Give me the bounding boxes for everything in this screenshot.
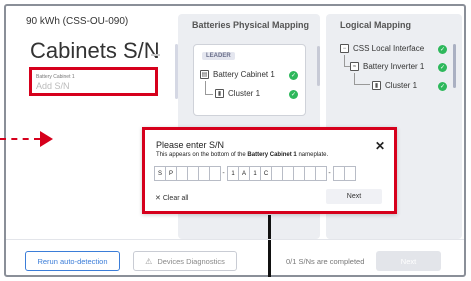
- sn-segment-1: SP: [154, 166, 221, 181]
- close-icon[interactable]: ✕: [375, 139, 385, 153]
- cluster-row[interactable]: ▮ Cluster 1: [215, 89, 260, 98]
- devices-diagnostics-button[interactable]: ⚠ Devices Diagnostics: [133, 251, 237, 271]
- check-icon: ✓: [438, 63, 447, 72]
- annotation-arrow-icon: [40, 131, 53, 147]
- css-local-interface-label: CSS Local Interface: [353, 44, 425, 53]
- logical-scrollbar[interactable]: [453, 44, 456, 88]
- dialog-next-button[interactable]: Next: [326, 189, 382, 204]
- physical-mapping-title: Batteries Physical Mapping: [192, 20, 310, 30]
- check-icon: ✓: [289, 71, 298, 80]
- page-title: Cabinets S/N: [30, 38, 160, 63]
- rerun-auto-detection-button[interactable]: Rerun auto-detection: [25, 251, 120, 271]
- battery-cabinet-row[interactable]: ▤ Battery Cabinet 1: [200, 70, 275, 79]
- leader-badge: LEADER: [202, 52, 235, 60]
- battery-cabinet-label: Battery Cabinet 1: [213, 70, 275, 79]
- logical-cluster-row[interactable]: ▮ Cluster 1: [372, 81, 417, 90]
- css-local-interface-row[interactable]: − CSS Local Interface: [340, 44, 424, 53]
- title-caret: [151, 54, 160, 56]
- clear-all-button[interactable]: ✕ Clear all: [155, 194, 189, 202]
- battery-inverter-row[interactable]: ≈ Battery Inverter 1: [350, 62, 424, 71]
- inverter-icon: ≈: [350, 62, 359, 71]
- logical-cluster-label: Cluster 1: [385, 81, 418, 90]
- devices-diagnostics-label: Devices Diagnostics: [157, 256, 225, 266]
- battery-inverter-label: Battery Inverter 1: [363, 62, 425, 71]
- check-icon: ✓: [438, 45, 447, 54]
- cluster-label: Cluster 1: [228, 89, 261, 98]
- battery-icon: ▮: [215, 89, 224, 98]
- interface-icon: −: [340, 44, 349, 53]
- system-model-label: 90 kWh (CSS-OU-090): [26, 16, 129, 27]
- check-icon: ✓: [438, 82, 447, 91]
- tree-connector: [354, 73, 370, 85]
- next-button[interactable]: Next: [376, 251, 441, 271]
- warning-icon: ⚠: [145, 256, 153, 266]
- annotation-arrow-line: [0, 138, 40, 140]
- enter-sn-dialog: Please enter S/N ✕ This appears on the b…: [142, 127, 397, 214]
- battery-cabinet-icon: ▤: [200, 70, 209, 79]
- physical-scrollbar[interactable]: [317, 46, 320, 86]
- sn-digit-inputs: SP - 1A1C -: [154, 166, 356, 181]
- sn-field-placeholder: Add S/N: [36, 81, 70, 91]
- dialog-description: This appears on the bottom of the Batter…: [156, 152, 329, 158]
- sn-digit-input[interactable]: [344, 166, 356, 181]
- segment-separator: -: [222, 170, 225, 177]
- tree-connector: [205, 81, 213, 95]
- battery-cabinet-sn-field[interactable]: Battery Cabinet 1 Add S/N: [29, 67, 158, 96]
- sn-segment-2: 1A1C: [227, 166, 327, 181]
- annotation-pointer-line: [268, 215, 271, 277]
- footer-divider: [6, 239, 464, 240]
- check-icon: ✓: [289, 90, 298, 99]
- completion-status: 0/1 S/Ns are completed: [286, 257, 365, 266]
- segment-separator: -: [328, 170, 331, 177]
- battery-cabinet-card[interactable]: LEADER ▤ Battery Cabinet 1 ✓ ▮ Cluster 1…: [193, 44, 306, 116]
- dialog-title: Please enter S/N: [156, 140, 225, 150]
- sn-segment-3: [333, 166, 356, 181]
- battery-icon: ▮: [372, 81, 381, 90]
- logical-mapping-title: Logical Mapping: [340, 20, 411, 30]
- sn-field-label: Battery Cabinet 1: [36, 74, 75, 80]
